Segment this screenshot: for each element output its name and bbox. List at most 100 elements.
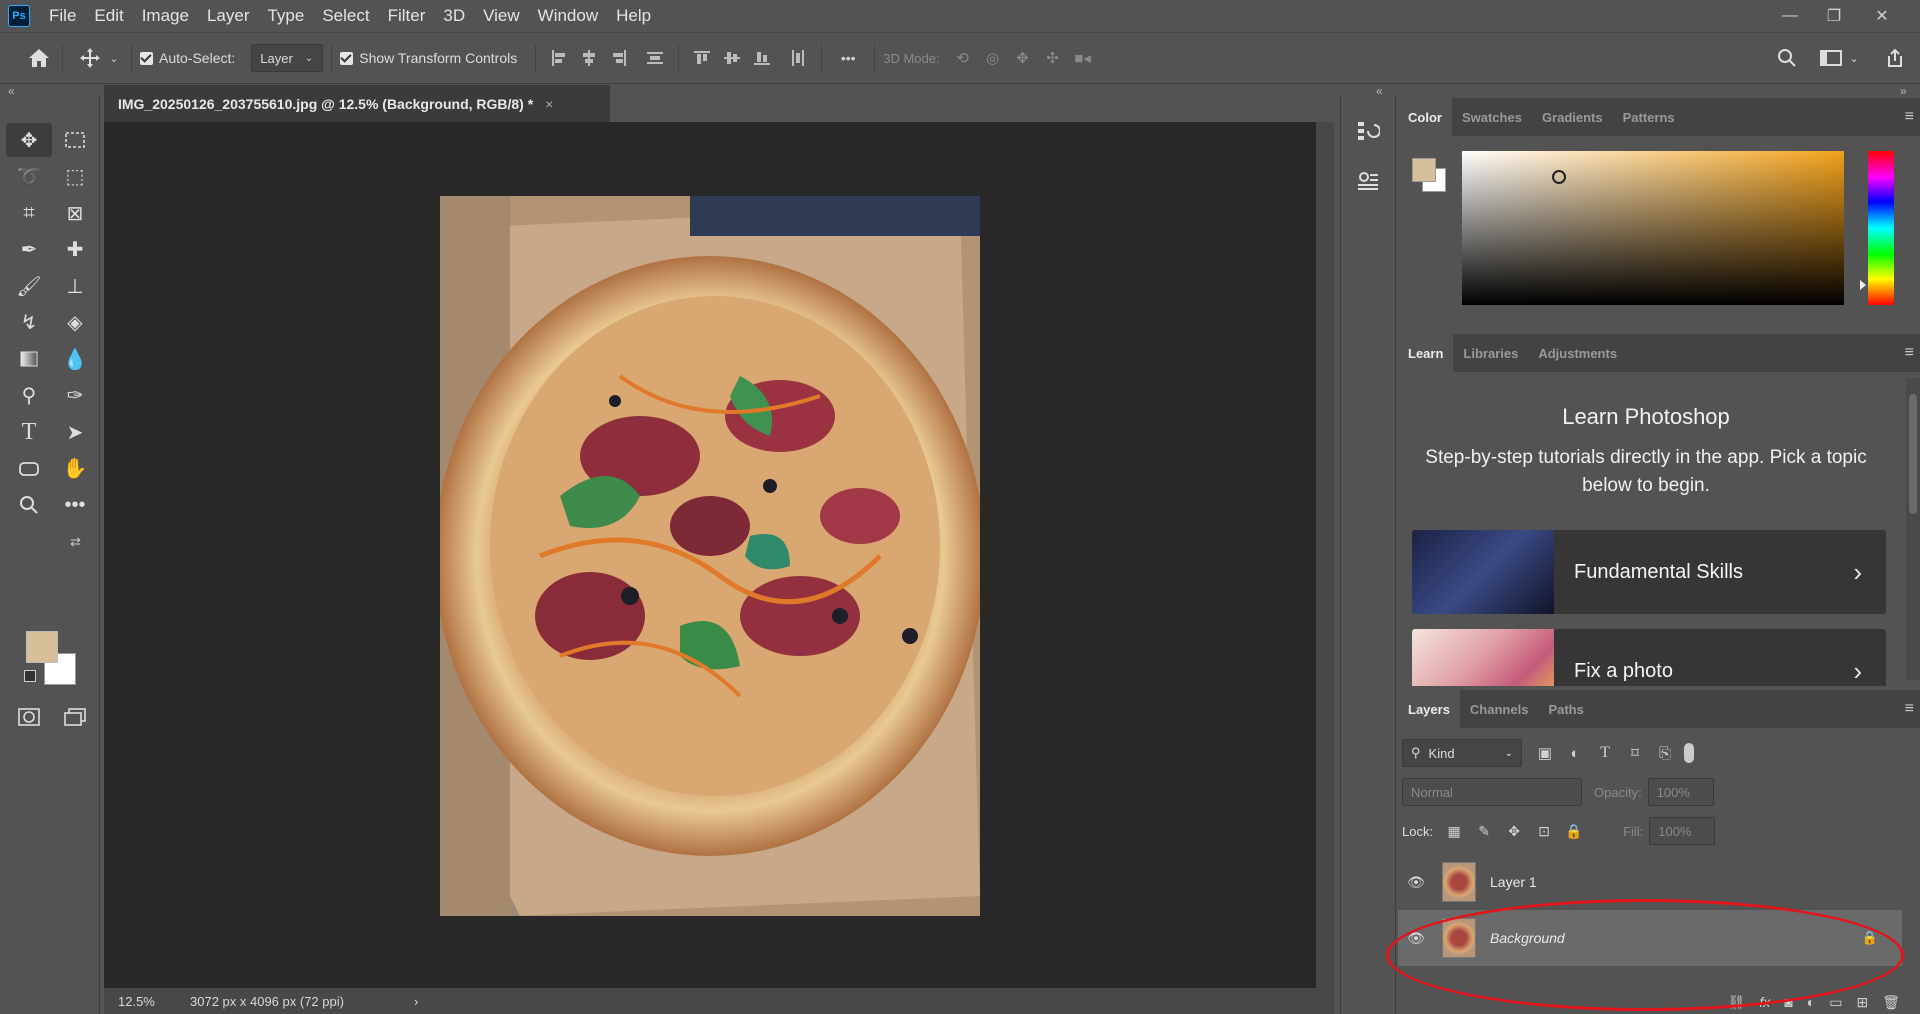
properties-panel-icon[interactable] [1349, 162, 1387, 200]
blend-mode-dropdown[interactable]: Normal [1402, 778, 1582, 806]
canvas-area[interactable] [104, 122, 1316, 988]
swap-colors-icon[interactable]: ⇄ [70, 534, 81, 550]
3d-slide-icon[interactable]: ✣ [1038, 43, 1068, 73]
tutorial-card-fundamental-skills[interactable]: Fundamental Skills › [1412, 530, 1886, 614]
menu-filter[interactable]: Filter [379, 0, 435, 32]
brush-tool-icon[interactable]: 🖌 [6, 269, 52, 303]
new-layer-icon[interactable]: ⊞ [1856, 994, 1868, 1011]
tab-learn[interactable]: Learn [1398, 334, 1454, 372]
zoom-level[interactable]: 12.5% [118, 994, 190, 1009]
eyedropper-tool-icon[interactable]: ✒ [6, 233, 52, 267]
lock-position-icon[interactable]: ✥ [1499, 816, 1529, 846]
fill-input[interactable]: 100% [1649, 817, 1716, 845]
3d-scale-icon[interactable]: ■◂ [1068, 43, 1098, 73]
filter-shape-icon[interactable]: ⌑ [1620, 738, 1650, 768]
tab-swatches[interactable]: Swatches [1452, 98, 1532, 136]
clone-stamp-tool-icon[interactable]: ⊥ [52, 269, 98, 303]
blur-tool-icon[interactable]: 💧 [52, 342, 98, 376]
menu-window[interactable]: Window [529, 0, 607, 32]
workspace-icon[interactable] [1816, 43, 1846, 73]
restore-button[interactable]: ❐ [1812, 0, 1856, 32]
minimize-button[interactable]: — [1768, 0, 1812, 32]
home-icon[interactable] [24, 43, 54, 73]
tab-patterns[interactable]: Patterns [1613, 98, 1685, 136]
marquee-tool-icon[interactable] [52, 123, 98, 157]
menu-file[interactable]: File [40, 0, 85, 32]
delete-layer-icon[interactable]: 🗑 [1882, 994, 1900, 1011]
align-left-icon[interactable] [544, 43, 574, 73]
pen-tool-icon[interactable]: ✑ [52, 379, 98, 413]
tutorial-card-fix-a-photo[interactable]: Fix a photo › [1412, 629, 1886, 686]
lock-artboard-icon[interactable]: ⊡ [1529, 816, 1559, 846]
tab-color[interactable]: Color [1398, 98, 1452, 136]
history-brush-tool-icon[interactable]: ↯ [6, 306, 52, 340]
distribute-vertical-icon[interactable] [640, 43, 670, 73]
align-bottom-icon[interactable] [747, 43, 777, 73]
tab-libraries[interactable]: Libraries [1453, 334, 1528, 372]
menu-help[interactable]: Help [607, 0, 660, 32]
learn-scrollbar[interactable] [1906, 378, 1920, 680]
new-group-icon[interactable]: ▭ [1829, 994, 1842, 1011]
expand-panels-icon[interactable]: » [1900, 84, 1907, 98]
search-icon[interactable] [1772, 43, 1802, 73]
auto-select-checkbox[interactable]: Auto-Select: [140, 50, 235, 66]
tab-layers[interactable]: Layers [1398, 690, 1460, 728]
panel-menu-icon[interactable]: ≡ [1905, 344, 1914, 362]
align-top-icon[interactable] [687, 43, 717, 73]
dodge-tool-icon[interactable]: ⚲ [6, 379, 52, 413]
3d-pan-icon[interactable]: ✥ [1008, 43, 1038, 73]
move-tool-icon[interactable] [75, 43, 105, 73]
opacity-input[interactable]: 100% [1647, 778, 1714, 806]
object-selection-tool-icon[interactable]: ⬚ [52, 160, 98, 194]
color-picker-cursor[interactable] [1552, 170, 1566, 184]
edit-toolbar-icon[interactable]: ••• [52, 488, 98, 522]
hue-slider-marker[interactable] [1860, 280, 1866, 290]
3d-roll-icon[interactable]: ◎ [978, 43, 1008, 73]
canvas-vertical-scrollbar[interactable] [1316, 122, 1334, 988]
share-icon[interactable] [1880, 43, 1910, 73]
path-selection-tool-icon[interactable]: ➤ [52, 415, 98, 449]
close-window-button[interactable]: ✕ [1860, 0, 1904, 32]
chevron-down-icon[interactable]: ⌄ [105, 43, 123, 73]
document-tab[interactable]: IMG_20250126_203755610.jpg @ 12.5% (Back… [104, 85, 610, 122]
menu-3d[interactable]: 3D [434, 0, 474, 32]
panel-menu-icon[interactable]: ≡ [1905, 108, 1914, 126]
menu-type[interactable]: Type [258, 0, 313, 32]
frame-tool-icon[interactable]: ⊠ [52, 196, 98, 230]
lock-image-icon[interactable]: ✎ [1469, 816, 1499, 846]
filter-type-icon[interactable]: T [1590, 738, 1620, 768]
move-tool-icon[interactable]: ✥ [6, 123, 52, 158]
color-foreground-swatch[interactable] [1412, 158, 1436, 182]
default-colors-icon[interactable] [24, 670, 36, 682]
tab-paths[interactable]: Paths [1538, 690, 1593, 728]
chevron-down-icon[interactable]: ⌄ [1846, 43, 1862, 73]
more-options-icon[interactable]: ••• [830, 43, 866, 73]
lasso-tool-icon[interactable]: ➰ [6, 160, 52, 194]
hand-tool-icon[interactable]: ✋ [52, 452, 98, 486]
tab-gradients[interactable]: Gradients [1532, 98, 1613, 136]
zoom-tool-icon[interactable] [6, 488, 52, 522]
gradient-tool-icon[interactable] [6, 342, 52, 376]
distribute-horizontal-icon[interactable] [783, 43, 813, 73]
eraser-tool-icon[interactable]: ◈ [52, 306, 98, 340]
align-center-icon[interactable] [574, 43, 604, 73]
tab-channels[interactable]: Channels [1460, 690, 1539, 728]
healing-brush-tool-icon[interactable]: ✚ [52, 233, 98, 267]
visibility-eye-icon[interactable]: 👁 [1398, 874, 1434, 891]
filter-adjustment-icon[interactable]: ◐ [1560, 738, 1590, 768]
shape-tool-icon[interactable] [6, 452, 52, 486]
crop-tool-icon[interactable]: ⌗ [6, 196, 52, 230]
screen-mode-icon[interactable] [52, 700, 98, 734]
auto-select-target-dropdown[interactable]: Layer ⌄ [251, 44, 324, 72]
align-right-icon[interactable] [604, 43, 634, 73]
show-transform-checkbox[interactable]: Show Transform Controls [340, 50, 517, 66]
history-panel-icon[interactable] [1349, 112, 1387, 150]
hue-slider[interactable] [1868, 151, 1894, 305]
3d-orbit-icon[interactable]: ⟲ [948, 43, 978, 73]
layer-filter-dropdown[interactable]: ⚲ Kind ⌄ [1402, 739, 1522, 767]
status-menu-arrow-icon[interactable]: › [414, 994, 418, 1009]
color-picker-field[interactable] [1462, 151, 1844, 305]
type-tool-icon[interactable]: T [6, 415, 52, 449]
lock-transparent-icon[interactable]: ▦ [1439, 816, 1469, 846]
lock-all-icon[interactable]: 🔒 [1559, 816, 1589, 846]
